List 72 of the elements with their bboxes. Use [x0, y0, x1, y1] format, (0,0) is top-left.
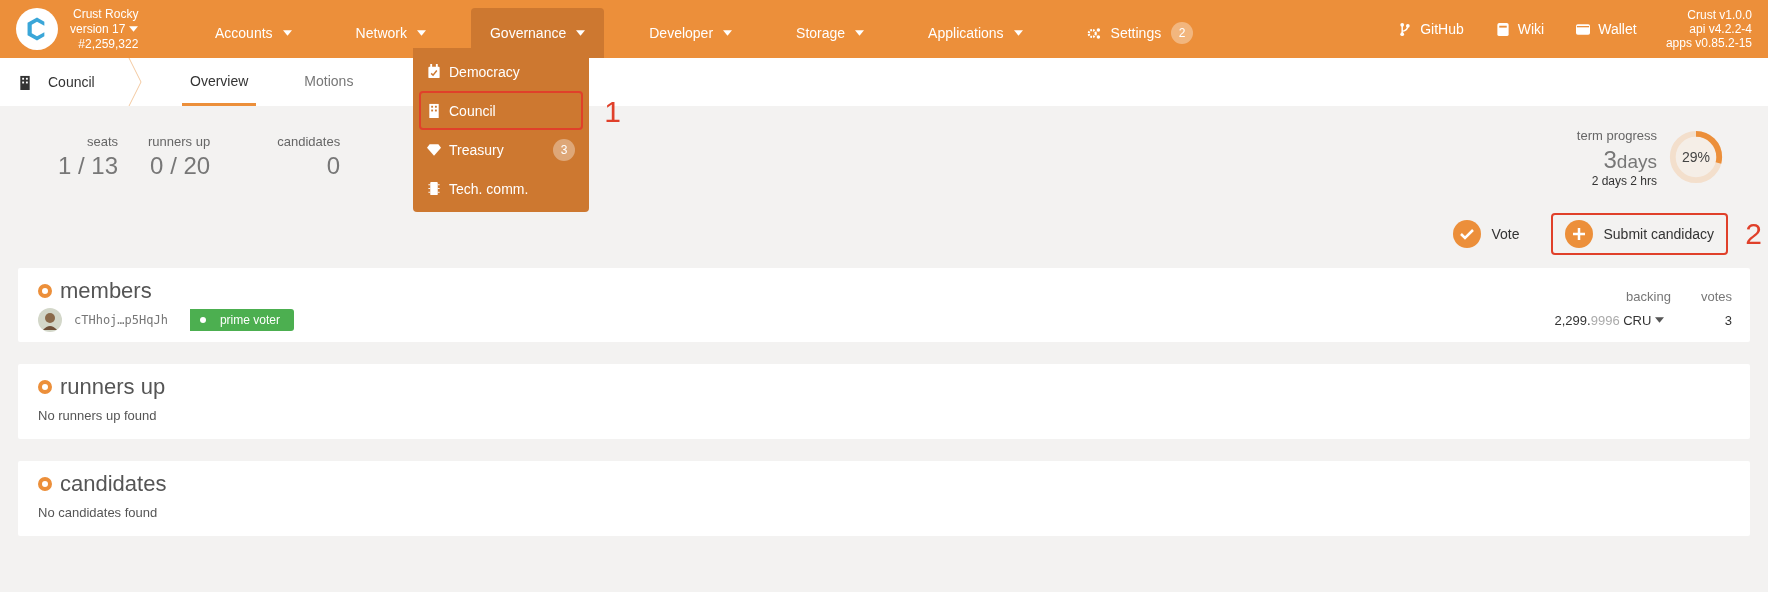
breadcrumb-separator-icon — [128, 58, 142, 106]
action-button[interactable]: Vote — [1439, 213, 1534, 255]
calendar-icon — [427, 64, 441, 79]
menu-item[interactable]: Treasury 3 — [419, 130, 583, 169]
progress-percent: 29% — [1681, 148, 1711, 167]
version-text: api v4.2.2-4 — [1689, 22, 1752, 36]
nav-menu[interactable]: Accounts — [196, 8, 311, 58]
plus-icon — [1565, 220, 1594, 248]
account-address[interactable]: cTHhoj…p5HqJh — [74, 313, 168, 327]
nav-menu[interactable]: Storage — [777, 8, 884, 58]
chain-version[interactable]: version 17 — [70, 21, 139, 37]
tab[interactable]: Overview — [182, 58, 257, 106]
section-title: Council — [48, 74, 95, 90]
nav-link[interactable]: Wiki — [1495, 21, 1545, 37]
caret-icon — [129, 26, 139, 32]
gem-icon — [427, 142, 441, 157]
building-icon — [427, 103, 441, 118]
votes-count: 3 — [1723, 312, 1732, 328]
empty-message: No runners up found — [38, 408, 158, 423]
gears-icon — [1086, 25, 1101, 41]
backing-amount[interactable]: 2,299.9996 CRU — [1554, 312, 1664, 328]
stat-value: 0 / 20 — [150, 152, 211, 180]
nav-link[interactable]: GitHub — [1398, 21, 1464, 37]
stat-value: 0 — [326, 152, 341, 180]
stat-value: 1 / 13 — [57, 152, 118, 180]
caret-icon — [723, 30, 733, 36]
bullet-icon — [38, 380, 52, 394]
nav-menu[interactable]: Applications — [909, 8, 1042, 58]
version-text: apps v0.85.2-15 — [1665, 36, 1752, 50]
dot-icon — [199, 317, 206, 323]
stat-label: term progress — [1576, 128, 1657, 143]
wallet-icon — [1576, 21, 1591, 37]
count-badge: 3 — [553, 138, 575, 161]
count-badge: 2 — [1171, 22, 1194, 44]
unit-label: days — [1616, 151, 1657, 173]
building-icon — [18, 74, 32, 90]
tab[interactable]: Motions — [296, 58, 362, 106]
nav-menu[interactable]: Developer — [630, 8, 752, 58]
avatar-icon — [38, 308, 62, 332]
stat-label: runners up — [148, 134, 211, 149]
menu-item[interactable]: Tech. comm. — [419, 169, 583, 208]
chain-name: Crust Rocky — [73, 6, 139, 22]
card-title: candidates — [60, 471, 167, 497]
chip-icon — [427, 181, 441, 196]
caret-icon — [282, 30, 292, 36]
stat-label: candidates — [277, 134, 341, 149]
remaining-time: 2 days 2 hrs — [1591, 174, 1657, 188]
bullet-icon — [38, 477, 52, 491]
caret-icon — [416, 30, 426, 36]
branch-icon — [1398, 21, 1413, 37]
column-header: votes — [1700, 289, 1732, 304]
book-icon — [1495, 21, 1510, 37]
card-title: members — [60, 278, 152, 304]
empty-message: No candidates found — [38, 505, 159, 520]
version-text: Crust v1.0.0 — [1687, 8, 1752, 22]
caret-icon — [576, 30, 586, 36]
prime-voter-tag: prime voter — [189, 309, 294, 331]
bullet-icon — [38, 284, 52, 298]
logo-icon — [16, 8, 58, 50]
check-icon — [1453, 220, 1482, 248]
column-header: backing — [1626, 289, 1671, 304]
stat-value: 3 — [1603, 146, 1617, 174]
caret-icon — [855, 30, 865, 36]
caret-icon — [1013, 30, 1023, 36]
caret-icon — [1655, 317, 1664, 323]
block-number: #2,259,322 — [78, 36, 139, 52]
stat-label: seats — [86, 134, 118, 149]
card-title: runners up — [60, 374, 166, 400]
callout-number: 1 — [604, 95, 621, 129]
callout-number: 2 — [1745, 217, 1762, 251]
nav-menu[interactable]: Settings 2 — [1067, 8, 1213, 58]
nav-link[interactable]: Wallet — [1576, 21, 1637, 37]
